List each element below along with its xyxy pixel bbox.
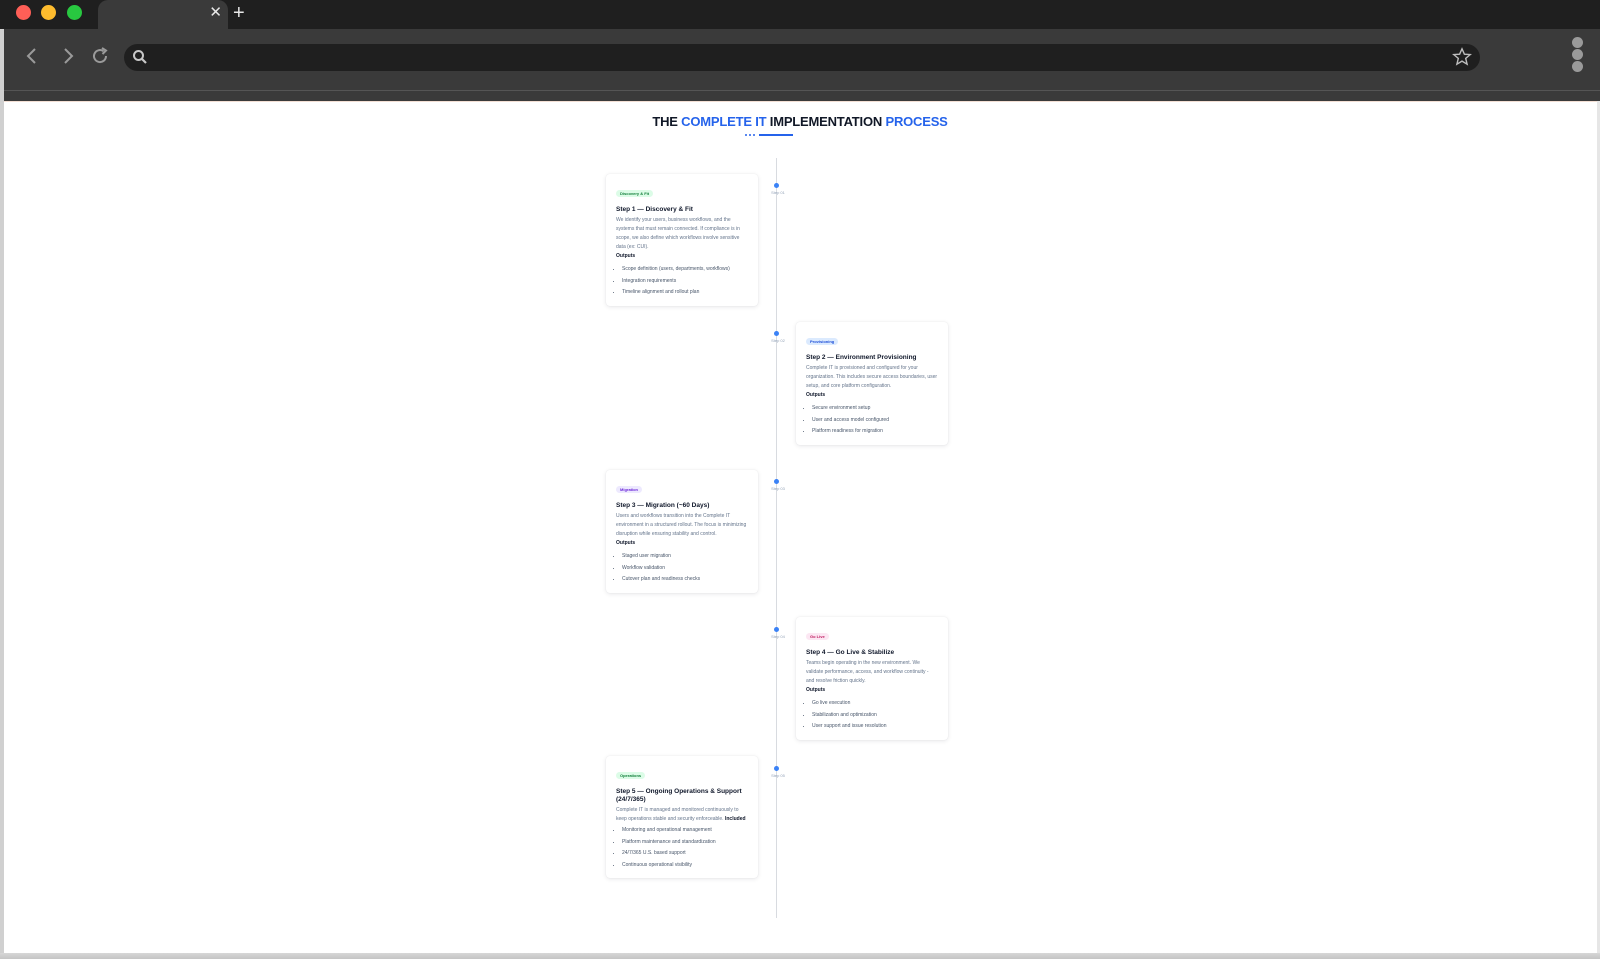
step-title: Step 3 — Migration (~60 Days) (616, 502, 710, 509)
timeline-step-label-4: Step 04 (771, 634, 785, 639)
list-item: Go live execution (812, 698, 938, 710)
toolbar-divider (4, 90, 1600, 101)
title-underline (745, 134, 793, 136)
step-badge: Discovery & Fit (616, 190, 654, 197)
outputs-label: Outputs (616, 540, 636, 546)
step-badge: Operations (616, 772, 646, 779)
step-title: Step 4 — Go Live & Stabilize (806, 649, 895, 656)
search-icon (132, 49, 148, 70)
list-item: Secure environment setup (812, 403, 938, 415)
browser-menu-icon[interactable] (1572, 37, 1584, 73)
maximize-window-button[interactable] (67, 5, 82, 20)
step-description: We identify your users, business workflo… (616, 217, 740, 250)
step-title: Step 2 — Environment Provisioning (806, 354, 917, 361)
title-part-4: PROCESS (885, 114, 948, 129)
browser-tab-active[interactable]: ✕ (98, 0, 228, 29)
tab-close-icon[interactable]: ✕ (209, 4, 222, 22)
timeline-node-2 (774, 331, 779, 336)
step-card-1: Discovery & Fit Step 1 — Discovery & Fit… (606, 174, 758, 306)
step-title: Step 1 — Discovery & Fit (616, 206, 693, 213)
browser-toolbar (4, 29, 1600, 90)
list-item: Platform readiness for migration (812, 426, 938, 438)
outputs-list: Staged user migration Workflow validatio… (616, 551, 748, 586)
step-title: Step 5 — Ongoing Operations & Support (2… (616, 788, 742, 803)
bookmark-star-icon[interactable] (1452, 47, 1472, 72)
list-item: Integration requirements (622, 276, 748, 288)
page-title: THE COMPLETE IT IMPLEMENTATION PROCESS (4, 114, 1596, 129)
step-card-4: Go Live Step 4 — Go Live & Stabilize Tea… (796, 617, 948, 740)
list-item: Staged user migration (622, 551, 748, 563)
chevron-left-icon (26, 48, 36, 64)
new-tab-button[interactable]: + (233, 2, 245, 24)
list-item: Scope definition (users, departments, wo… (622, 264, 748, 276)
step-badge: Provisioning (806, 338, 839, 345)
list-item: User support and issue resolution (812, 721, 938, 733)
outputs-label: Outputs (806, 687, 826, 693)
close-window-button[interactable] (16, 5, 31, 20)
timeline-node-5 (774, 766, 779, 771)
step-description: Teams begin operating in the new environ… (806, 660, 929, 684)
page-viewport: THE COMPLETE IT IMPLEMENTATION PROCESS S… (4, 101, 1600, 956)
list-item: Cutover plan and readiness checks (622, 574, 748, 586)
included-label: Included (724, 816, 746, 822)
step-description: Complete IT is provisioned and configure… (806, 365, 938, 389)
outputs-label: Outputs (806, 392, 826, 398)
forward-button[interactable] (56, 43, 80, 69)
browser-tab-bar: ✕ + (0, 0, 1600, 29)
list-item: Timeline alignment and rollout plan (622, 287, 748, 299)
title-part-3: IMPLEMENTATION (766, 114, 886, 129)
timeline-step-label-5: Step 05 (771, 773, 785, 778)
outputs-list: Go live execution Stabilization and opti… (806, 698, 938, 733)
step-description-text: Complete IT is managed and monitored con… (616, 807, 739, 822)
timeline-line (776, 158, 777, 918)
reload-icon (93, 47, 108, 64)
reload-button[interactable] (88, 43, 112, 69)
outputs-list: Secure environment setup User and access… (806, 403, 938, 438)
step-badge: Migration (616, 486, 642, 493)
step-badge: Go Live (806, 633, 829, 640)
timeline-step-label-2: Step 02 (771, 338, 785, 343)
list-item: 24/7/365 U.S. based support (622, 848, 748, 860)
list-item: Platform maintenance and standardization (622, 837, 748, 849)
timeline-node-4 (774, 627, 779, 632)
list-item: Monitoring and operational management (622, 825, 748, 837)
step-card-2: Provisioning Step 2 — Environment Provis… (796, 322, 948, 445)
step-card-5: Operations Step 5 — Ongoing Operations &… (606, 756, 758, 878)
minimize-window-button[interactable] (41, 5, 56, 20)
list-item: Continuous operational visibility (622, 860, 748, 872)
timeline-step-label-1: Step 01 (771, 190, 785, 195)
window-bottom-edge (0, 953, 1600, 959)
title-part-1: THE (652, 114, 682, 129)
included-list: Monitoring and operational management Pl… (616, 825, 748, 871)
chevron-right-icon (64, 48, 74, 64)
title-part-2: COMPLETE IT (681, 114, 767, 129)
list-item: Stabilization and optimization (812, 710, 938, 722)
step-description: Users and workflows transition into the … (616, 513, 747, 537)
outputs-label: Outputs (616, 253, 636, 259)
list-item: User and access model configured (812, 415, 938, 427)
outputs-list: Scope definition (users, departments, wo… (616, 264, 748, 299)
timeline-node-1 (774, 183, 779, 188)
list-item: Workflow validation (622, 563, 748, 575)
timeline-step-label-3: Step 03 (771, 486, 785, 491)
timeline-node-3 (774, 479, 779, 484)
address-bar[interactable] (124, 44, 1480, 71)
step-card-3: Migration Step 3 — Migration (~60 Days) … (606, 470, 758, 593)
step-description: Complete IT is managed and monitored con… (616, 806, 748, 824)
back-button[interactable] (20, 43, 44, 69)
